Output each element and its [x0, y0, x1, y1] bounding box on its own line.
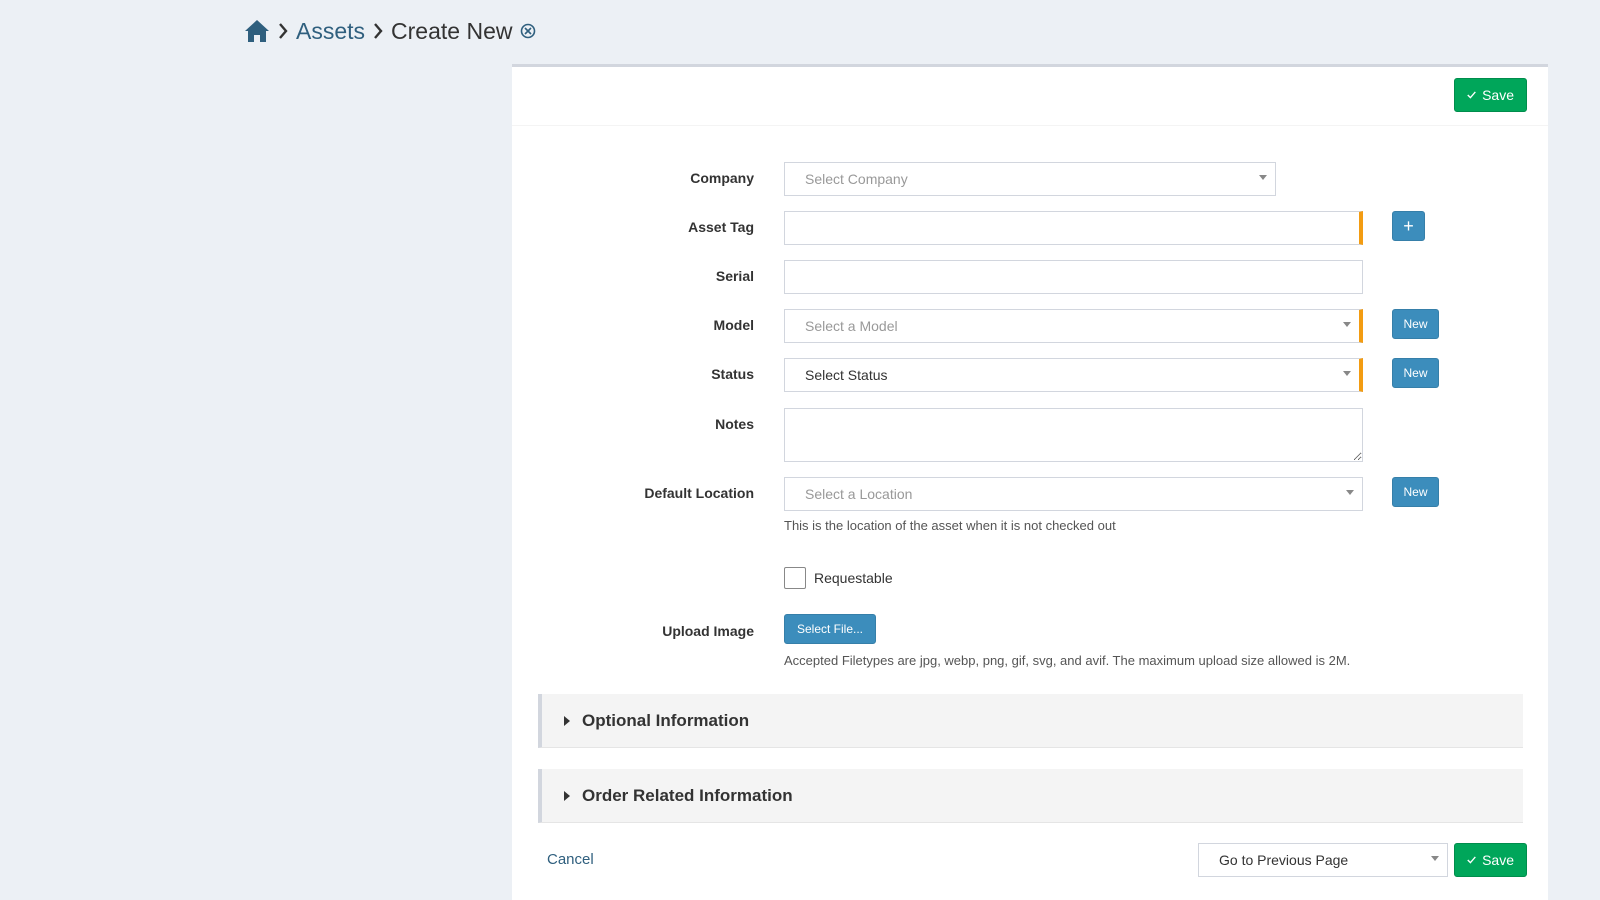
status-select[interactable]: Select Status — [784, 358, 1363, 392]
status-label: Status — [711, 366, 754, 382]
notes-textarea[interactable] — [784, 408, 1363, 462]
select-file-button[interactable]: Select File... — [784, 614, 876, 644]
chevron-right-icon — [278, 23, 288, 39]
close-circle-icon[interactable] — [520, 23, 536, 39]
chevron-down-icon — [1431, 856, 1439, 861]
save-button-top[interactable]: Save — [1454, 78, 1527, 112]
optional-information-label: Optional Information — [582, 710, 750, 730]
chevron-right-icon — [373, 23, 383, 39]
chevron-down-icon — [1346, 490, 1354, 495]
company-select-placeholder: Select Company — [805, 171, 908, 187]
caret-right-icon — [564, 790, 570, 801]
chevron-down-icon — [1343, 322, 1351, 327]
default-location-help: This is the location of the asset when i… — [784, 518, 1116, 533]
page-title: Create New — [391, 17, 513, 44]
new-model-button[interactable]: New — [1392, 309, 1439, 339]
redirect-select-value: Go to Previous Page — [1219, 852, 1349, 868]
notes-label: Notes — [715, 416, 754, 432]
new-status-button[interactable]: New — [1392, 358, 1439, 388]
order-related-information-label: Order Related Information — [582, 785, 793, 805]
upload-image-help: Accepted Filetypes are jpg, webp, png, g… — [784, 653, 1351, 668]
chevron-down-icon — [1343, 371, 1351, 376]
breadcrumb-assets-link[interactable]: Assets — [296, 18, 365, 45]
requestable-checkbox[interactable] — [784, 567, 806, 589]
create-asset-panel: Save Company Select Company Asset Tag + … — [512, 64, 1548, 900]
company-label: Company — [690, 170, 754, 186]
requestable-label[interactable]: Requestable — [814, 570, 893, 586]
company-select[interactable]: Select Company — [784, 162, 1276, 196]
serial-input[interactable] — [784, 260, 1363, 294]
redirect-select[interactable]: Go to Previous Page — [1198, 843, 1448, 877]
model-label: Model — [713, 317, 754, 333]
panel-header: Save — [512, 67, 1548, 126]
default-location-placeholder: Select a Location — [805, 486, 913, 502]
save-button-label: Save — [1482, 87, 1514, 103]
status-select-placeholder: Select Status — [805, 367, 888, 383]
new-location-button[interactable]: New — [1392, 477, 1439, 507]
add-asset-tag-button[interactable]: + — [1392, 211, 1425, 241]
model-select-placeholder: Select a Model — [805, 318, 898, 334]
home-icon[interactable] — [244, 19, 270, 43]
check-icon — [1467, 856, 1476, 864]
chevron-down-icon — [1259, 175, 1267, 180]
asset-tag-input[interactable] — [784, 211, 1363, 245]
breadcrumb: Assets Create New — [244, 14, 536, 48]
order-related-information-toggle[interactable]: Order Related Information — [538, 769, 1523, 823]
check-icon — [1467, 91, 1476, 99]
upload-image-label: Upload Image — [662, 623, 754, 639]
save-button-label: Save — [1482, 852, 1514, 868]
model-select[interactable]: Select a Model — [784, 309, 1363, 343]
default-location-label: Default Location — [644, 485, 754, 501]
default-location-select[interactable]: Select a Location — [784, 477, 1363, 511]
optional-information-toggle[interactable]: Optional Information — [538, 694, 1523, 748]
save-button-bottom[interactable]: Save — [1454, 843, 1527, 877]
serial-label: Serial — [715, 268, 754, 284]
asset-tag-label: Asset Tag — [688, 219, 754, 235]
caret-right-icon — [564, 715, 570, 726]
cancel-link[interactable]: Cancel — [547, 851, 594, 868]
